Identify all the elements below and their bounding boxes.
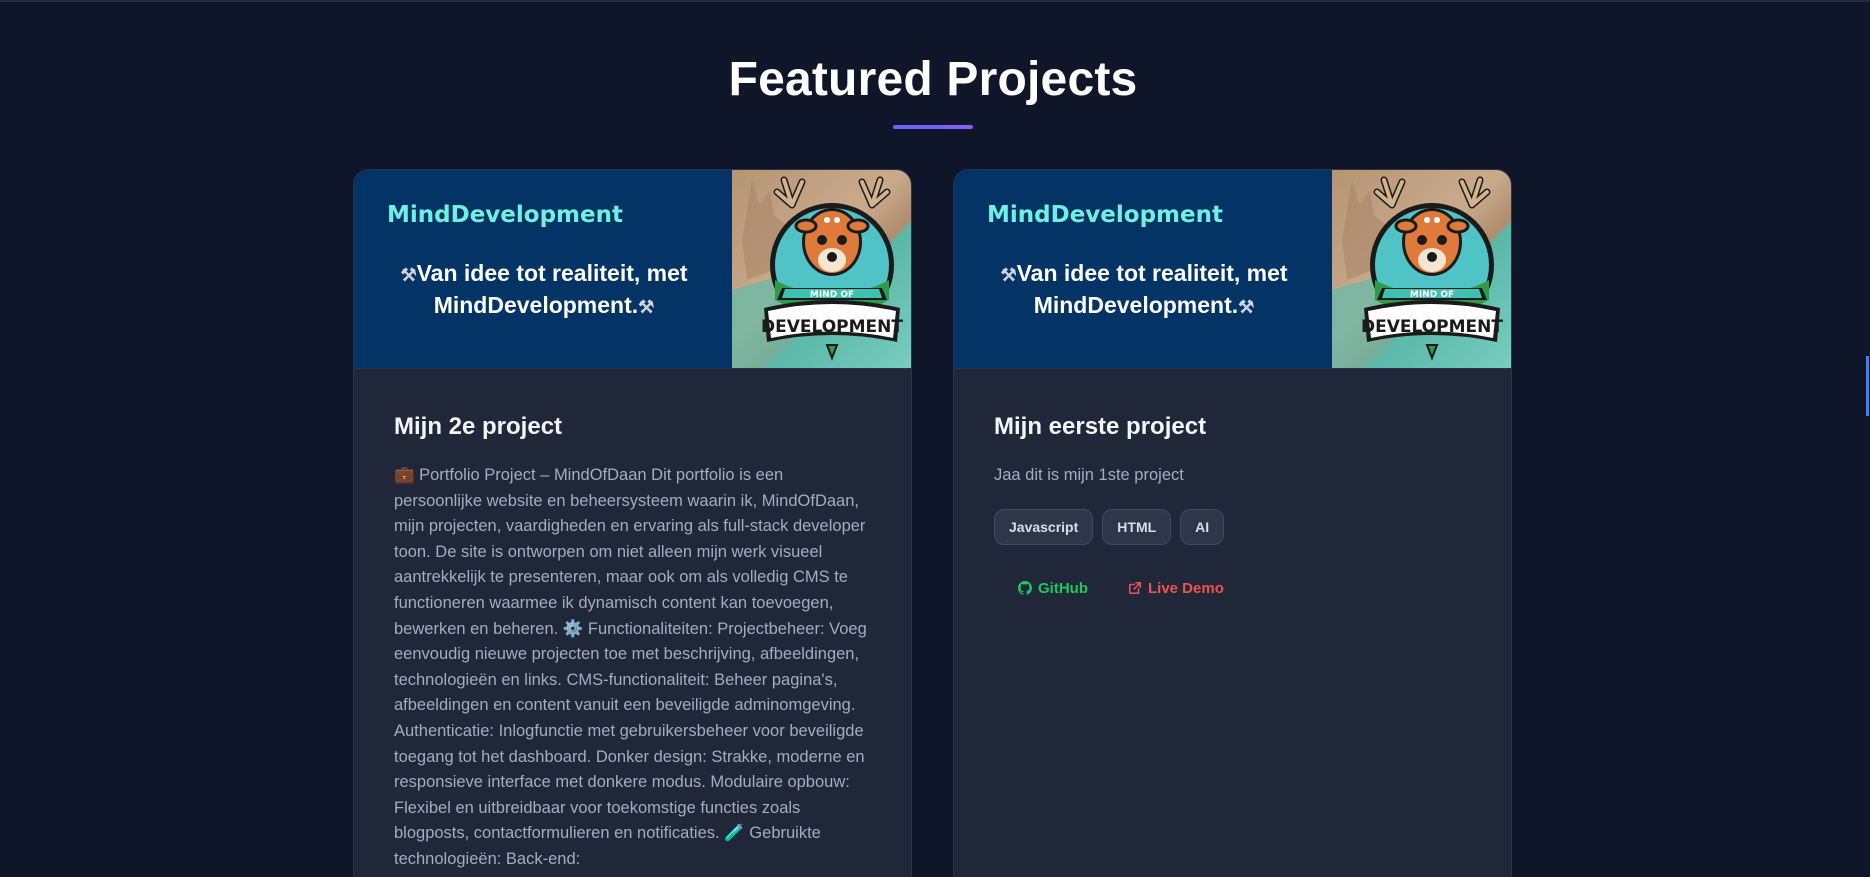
project-title: Mijn eerste project xyxy=(994,413,1207,440)
banner-brand: MindDevelopment xyxy=(987,202,1223,228)
header-divider xyxy=(0,0,1870,2)
project-links: GitHub Live Demo xyxy=(994,580,1471,597)
tag-javascript: Javascript xyxy=(994,508,1094,545)
hammer-wrench-icon: ⚒ xyxy=(638,297,655,317)
tag-ai: AI xyxy=(1180,508,1225,545)
hammer-wrench-icon: ⚒ xyxy=(1238,297,1255,317)
hammer-wrench-icon: ⚒ xyxy=(400,265,417,285)
tag-html: HTML xyxy=(1102,508,1172,545)
project-card[interactable]: MindDevelopment ⚒Van idee tot realiteit,… xyxy=(353,169,912,877)
deer-logo: MIND OF DEVELOPMENT xyxy=(732,170,911,368)
project-banner-image: MindDevelopment ⚒Van idee tot realiteit,… xyxy=(354,170,911,369)
banner-tagline: ⚒Van idee tot realiteit, met MindDevelop… xyxy=(354,258,734,322)
project-banner-image: MindDevelopment ⚒Van idee tot realiteit,… xyxy=(954,170,1511,369)
logo-text-bottom: DEVELOPMENT xyxy=(1361,317,1503,337)
live-demo-link-label: Live Demo xyxy=(1148,579,1224,597)
logo-text-top: MIND OF xyxy=(1410,290,1454,300)
project-description: Jaa dit is mijn 1ste project xyxy=(994,466,1184,484)
card-body: Mijn eerste project Jaa dit is mijn 1ste… xyxy=(954,369,1511,597)
scroll-indicator xyxy=(1866,356,1869,416)
hammer-wrench-icon: ⚒ xyxy=(1000,265,1017,285)
github-link[interactable]: GitHub xyxy=(1018,580,1088,597)
logo-text-bottom: DEVELOPMENT xyxy=(761,317,903,337)
banner-brand: MindDevelopment xyxy=(387,202,623,228)
logo-text-top: MIND OF xyxy=(810,290,854,300)
external-link-icon xyxy=(1128,582,1142,595)
project-title: Mijn 2e project xyxy=(394,413,563,440)
card-body: Mijn 2e project 💼 Portfolio Project – Mi… xyxy=(354,369,911,873)
tech-tags: Javascript HTML AI xyxy=(994,508,1471,545)
title-underline xyxy=(893,125,973,129)
github-link-label: GitHub xyxy=(1038,579,1088,597)
section-title: Featured Projects xyxy=(728,53,1138,106)
deer-logo: MIND OF DEVELOPMENT xyxy=(1332,170,1511,368)
project-description: 💼 Portfolio Project – MindOfDaan Dit por… xyxy=(394,466,867,868)
github-icon xyxy=(1018,581,1032,595)
live-demo-link[interactable]: Live Demo xyxy=(1128,580,1224,597)
project-card[interactable]: MindDevelopment ⚒Van idee tot realiteit,… xyxy=(953,169,1512,877)
banner-tagline: ⚒Van idee tot realiteit, met MindDevelop… xyxy=(954,258,1334,322)
